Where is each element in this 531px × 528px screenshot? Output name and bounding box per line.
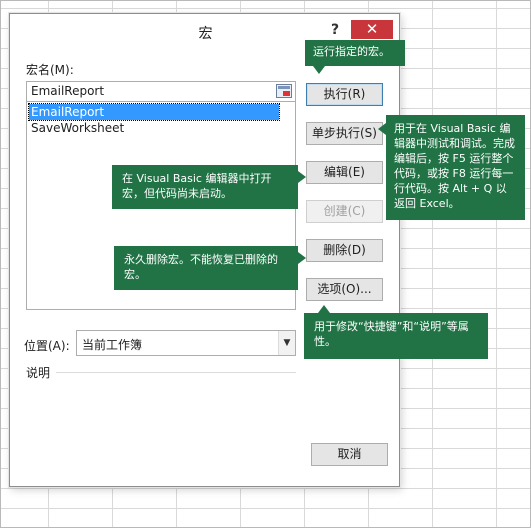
callout-pointer (298, 171, 306, 183)
create-button[interactable]: 创建(C) (306, 200, 383, 223)
description-label: 说明 (26, 366, 51, 380)
callout-run: 运行指定的宏。 (305, 40, 405, 74)
range-picker-icon[interactable] (276, 84, 292, 98)
delete-button[interactable]: 删除(D) (306, 239, 383, 262)
callout-run-text: 运行指定的宏。 (313, 45, 390, 58)
macro-list-item[interactable]: SaveWorksheet (29, 120, 279, 136)
step-into-button[interactable]: 单步执行(S) (306, 122, 383, 145)
macro-name-label: 宏名(M): (26, 63, 74, 77)
callout-pointer (318, 305, 330, 313)
run-button[interactable]: 执行(R) (306, 83, 383, 106)
callout-delete: 永久删除宏。不能恢复已删除的宏。 (114, 246, 306, 290)
callout-options: 用于修改“快捷键”和“说明”等属性。 (304, 305, 488, 359)
location-label: 位置(A): (24, 339, 70, 353)
callout-edit: 在 Visual Basic 编辑器中打开宏，但代码尚未启动。 (112, 165, 306, 209)
help-button[interactable]: ? (327, 21, 343, 39)
callout-step-into: 用于在 Visual Basic 编辑器中测试和调试。完成编辑后，按 F5 运行… (378, 115, 525, 220)
options-button[interactable]: 选项(O)... (306, 278, 383, 301)
callout-edit-text: 在 Visual Basic 编辑器中打开宏，但代码尚未启动。 (122, 172, 272, 200)
callout-pointer (378, 123, 386, 135)
callout-pointer (313, 66, 325, 74)
cancel-button[interactable]: 取消 (311, 443, 388, 466)
location-select[interactable]: 当前工作簿 (76, 330, 296, 356)
callout-options-text: 用于修改“快捷键”和“说明”等属性。 (314, 320, 469, 348)
callout-pointer (298, 252, 306, 264)
edit-button[interactable]: 编辑(E) (306, 161, 383, 184)
description-divider (56, 372, 296, 373)
close-button[interactable]: ✕ (351, 20, 393, 39)
macro-list-item[interactable]: EmailReport (28, 103, 280, 121)
macro-name-input[interactable]: EmailReport (26, 81, 296, 102)
chevron-down-icon[interactable]: ▼ (278, 331, 295, 355)
callout-delete-text: 永久删除宏。不能恢复已删除的宏。 (124, 253, 278, 281)
callout-step-into-text: 用于在 Visual Basic 编辑器中测试和调试。完成编辑后，按 F5 运行… (394, 122, 515, 210)
